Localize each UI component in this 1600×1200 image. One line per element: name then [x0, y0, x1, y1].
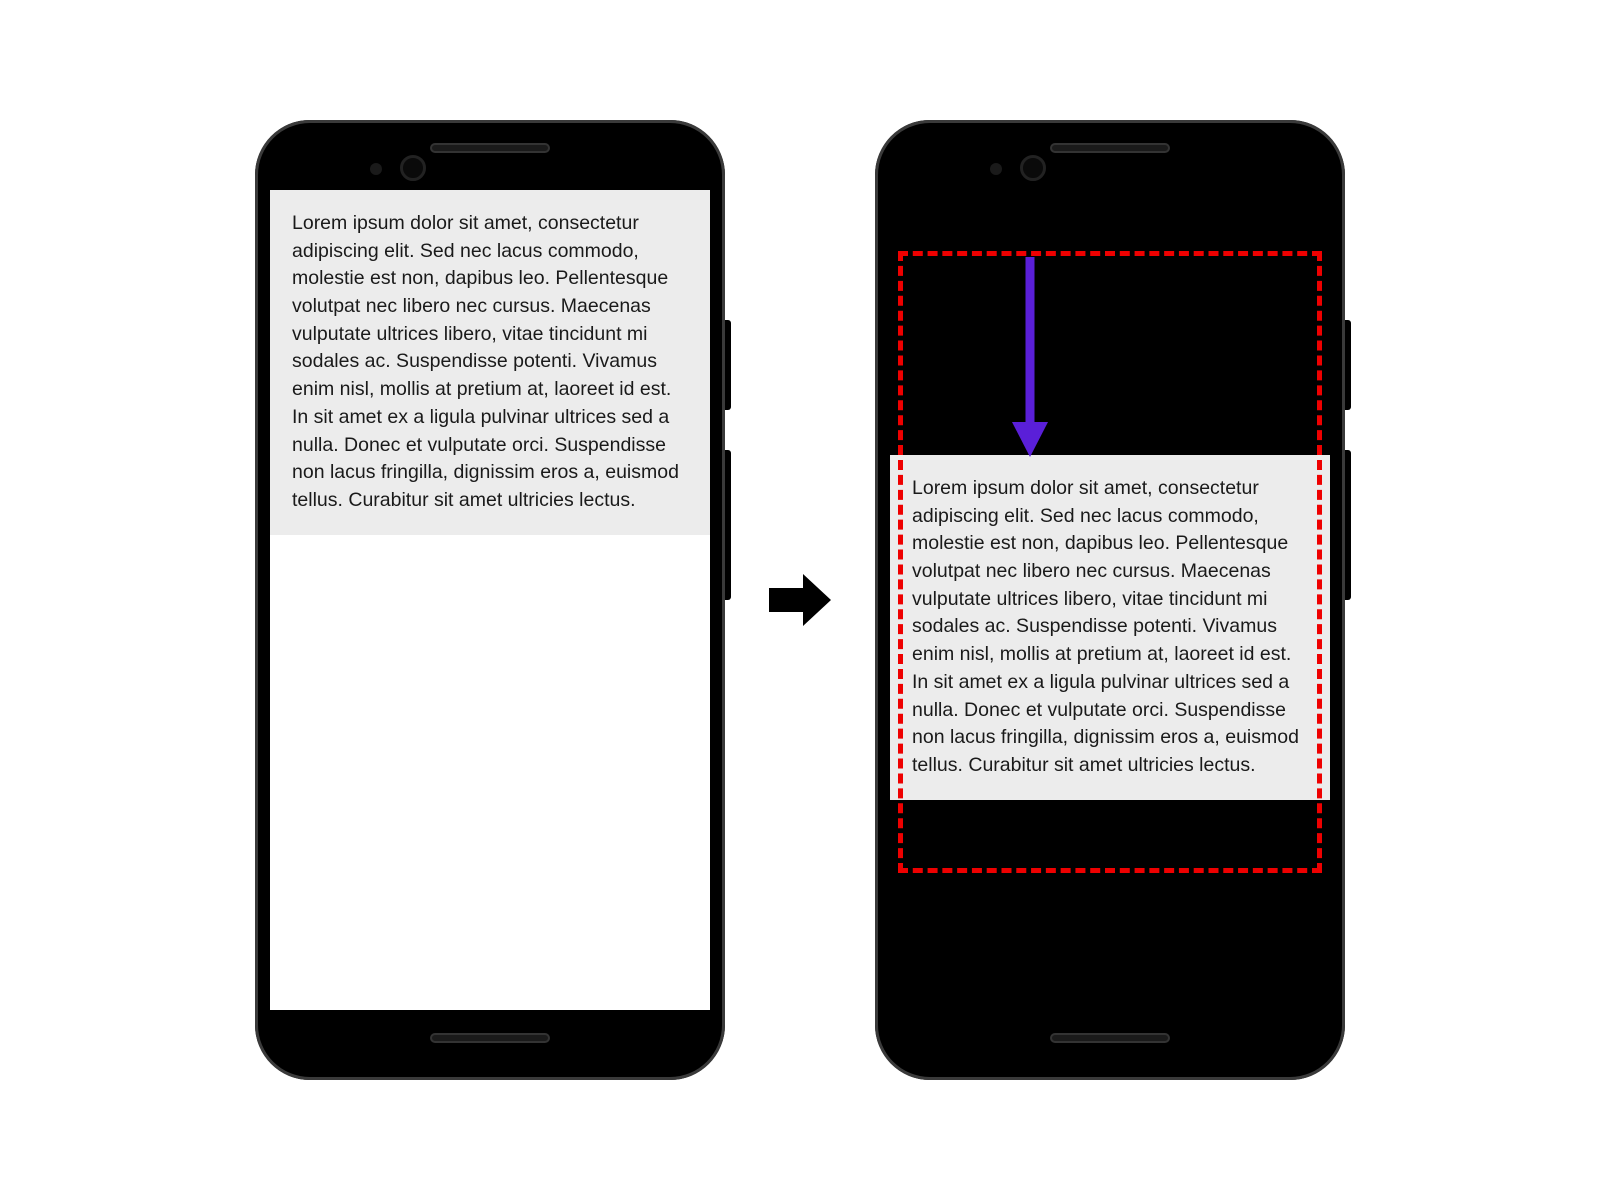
phone-bottom-bezel: [270, 1010, 710, 1065]
phone-speaker: [430, 143, 550, 153]
text-block-left: Lorem ipsum dolor sit amet, consectetur …: [270, 190, 710, 535]
phone-volume-button: [725, 450, 731, 600]
text-block-right: Lorem ipsum dolor sit amet, consectetur …: [890, 455, 1330, 800]
phone-sensor: [990, 163, 1002, 175]
phone-power-button: [725, 320, 731, 410]
phone-right: Lorem ipsum dolor sit amet, consectetur …: [875, 120, 1345, 1080]
phone-speaker: [1050, 143, 1170, 153]
phone-left: Lorem ipsum dolor sit amet, consectetur …: [255, 120, 725, 1080]
scroll-direction-arrow-icon: [1010, 257, 1050, 462]
phone-nav-pill: [1050, 1033, 1170, 1043]
phone-bottom-bezel: [890, 1010, 1330, 1065]
phone-top-bezel: [890, 135, 1330, 190]
transition-arrow-icon: [765, 570, 835, 630]
phone-volume-button: [1345, 450, 1351, 600]
phone-sensor: [370, 163, 382, 175]
phone-camera: [400, 155, 426, 181]
phone-power-button: [1345, 320, 1351, 410]
phone-screen-left: Lorem ipsum dolor sit amet, consectetur …: [270, 190, 710, 1010]
phone-nav-pill: [430, 1033, 550, 1043]
phone-camera: [1020, 155, 1046, 181]
phone-top-bezel: [270, 135, 710, 190]
